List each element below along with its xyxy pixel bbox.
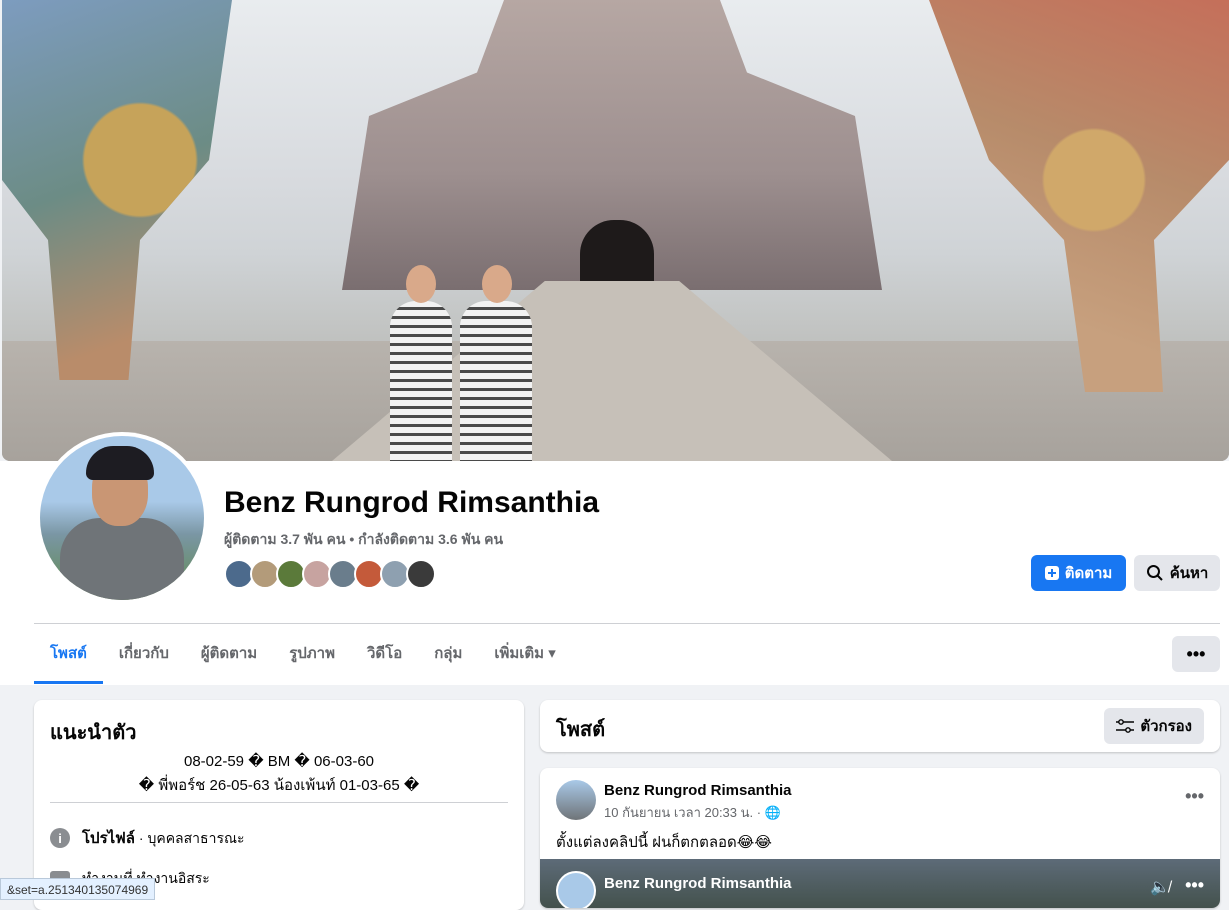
profile-type-value: · บุคคลสาธารณะ (135, 830, 245, 846)
search-label: ค้นหา (1169, 565, 1209, 582)
info-icon: i (50, 828, 70, 848)
search-button[interactable]: ค้นหา (1134, 555, 1220, 591)
posts-header-card: โพสต์ ตัวกรอง (540, 700, 1220, 752)
post-text: ตั้งแต่ลงคลิปนี้ ฝนก็ตกตลอด😂😂 (556, 834, 772, 851)
post-author-name[interactable]: Benz Rungrod Rimsanthia (604, 782, 792, 799)
tab-photos[interactable]: รูปภาพ (273, 624, 351, 684)
cover-photo[interactable] (2, 0, 1229, 461)
video-author-avatar (556, 871, 596, 908)
profile-tabs: โพสต์ เกี่ยวกับ ผู้ติดตาม รูปภาพ วิดีโอ … (34, 624, 572, 684)
friend-avatar[interactable] (406, 559, 436, 589)
tab-videos[interactable]: วิดีโอ (351, 624, 418, 684)
intro-divider (50, 802, 508, 803)
cover-naga-right (929, 0, 1229, 392)
video-author-name[interactable]: Benz Rungrod Rimsanthia (604, 875, 792, 892)
search-icon (1146, 565, 1163, 581)
profile-avatar[interactable] (40, 436, 204, 600)
mute-icon[interactable]: 🔈̸ (1150, 877, 1170, 897)
follow-info[interactable]: ผู้ติดตาม 3.7 พัน คน • กำลังติดตาม 3.6 พ… (224, 529, 503, 551)
post-timestamp[interactable]: 10 กันยายน เวลา 20:33 น. · 🌐 (604, 802, 781, 823)
post-author-avatar[interactable] (556, 780, 596, 820)
cover-person-1 (390, 265, 452, 461)
friend-avatars (224, 559, 436, 589)
follow-button[interactable]: ติดตาม (1031, 555, 1126, 591)
profile-type-label: โปรไฟล์ (82, 830, 135, 847)
browser-status-bar: &set=a.251340135074969 (0, 878, 156, 900)
filter-label: ตัวกรอง (1140, 718, 1192, 735)
post-more-button[interactable]: ••• (1185, 786, 1204, 807)
tab-more[interactable]: เพิ่มเติม ▾ (478, 624, 571, 684)
follow-icon (1044, 566, 1059, 580)
posts-title: โพสต์ (556, 719, 606, 741)
tab-posts[interactable]: โพสต์ (34, 624, 103, 684)
tab-about[interactable]: เกี่ยวกับ (103, 624, 185, 684)
profile-name: Benz Rungrod Rimsanthia (224, 486, 600, 519)
bio-line-1: 08-02-59 � BM � 06-03-60 (183, 753, 375, 770)
bio-line-2: � พี่พอร์ช 26-05-63 น้องเพ้นท์ 01-03-65 … (138, 777, 420, 794)
follow-label: ติดตาม (1064, 565, 1113, 582)
cover-person-2 (460, 265, 532, 461)
tab-followers[interactable]: ผู้ติดตาม (185, 624, 273, 684)
post-card: Benz Rungrod Rimsanthia 10 กันยายน เวลา … (540, 768, 1220, 908)
filter-icon (1116, 719, 1135, 733)
filter-button[interactable]: ตัวกรอง (1104, 708, 1204, 744)
video-more-button[interactable]: ••• (1185, 875, 1204, 896)
tab-groups[interactable]: กลุ่ม (418, 624, 478, 684)
intro-title: แนะนำตัว (50, 722, 137, 744)
more-options-button[interactable]: ••• (1172, 636, 1220, 672)
cover-temple-door (580, 220, 654, 282)
profile-type-row: i โปรไฟล์ · บุคคลสาธารณะ (50, 826, 244, 850)
cover-naga-left (2, 0, 232, 380)
